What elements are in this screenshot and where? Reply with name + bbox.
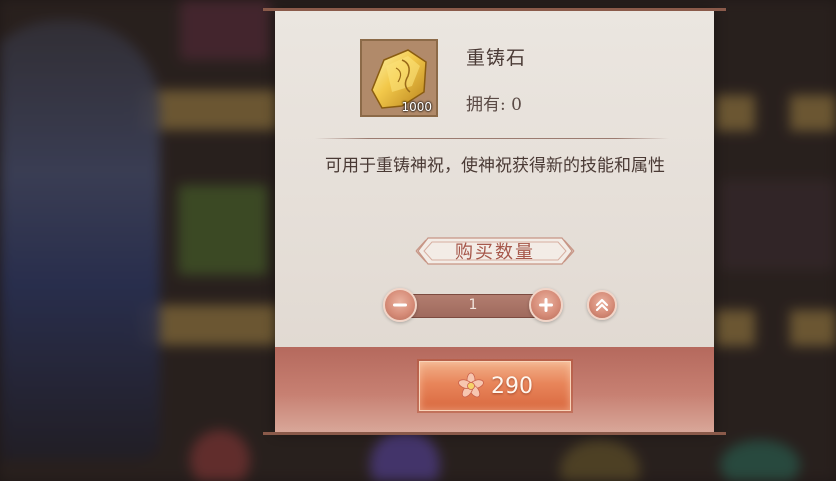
- scroll-rod-bottom: [263, 432, 726, 435]
- lotus-currency-icon: [458, 372, 484, 398]
- plus-icon: [539, 298, 553, 312]
- quantity-stepper: 1: [383, 288, 563, 322]
- decrease-quantity-button[interactable]: [383, 288, 417, 322]
- quantity-value[interactable]: 1: [401, 294, 545, 316]
- item-purchase-panel: 1000 重铸石 拥有: 0 可用于重铸神祝，使神祝获得新的技能和属性 购买数量…: [263, 8, 726, 435]
- divider: [315, 138, 669, 139]
- buy-button[interactable]: 290: [419, 361, 571, 411]
- item-owned-count: 拥有: 0: [466, 95, 522, 115]
- item-name: 重铸石: [466, 47, 527, 69]
- purchase-quantity-title: 购买数量: [414, 235, 576, 267]
- max-quantity-button[interactable]: [587, 290, 617, 320]
- item-stack-count: 1000: [401, 100, 432, 114]
- item-description: 可用于重铸神祝，使神祝获得新的技能和属性: [325, 156, 665, 176]
- minus-icon: [393, 303, 407, 307]
- increase-quantity-button[interactable]: [529, 288, 563, 322]
- scroll-rod-top: [263, 8, 726, 11]
- purchase-quantity-label: 购买数量: [455, 242, 535, 263]
- item-slot[interactable]: 1000: [360, 39, 438, 117]
- price-label: 290: [491, 373, 533, 399]
- double-chevron-up-icon: [595, 298, 609, 312]
